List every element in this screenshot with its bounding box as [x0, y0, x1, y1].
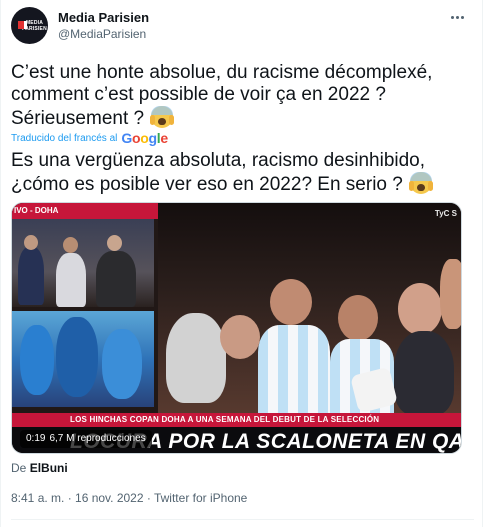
dot — [460, 15, 464, 19]
video-views: 6,7 M reproducciones — [49, 433, 146, 444]
tweet-card: MEDIA PARISIEN Media Parisien @MediaPari… — [0, 0, 483, 527]
video-player[interactable]: IVO - DOHA TyC S LOS HINCHAS COPAN DOHA … — [11, 202, 462, 454]
flag-stripe — [24, 21, 27, 29]
fan-head — [220, 315, 260, 359]
source-account-link[interactable]: ElBuni — [30, 461, 68, 475]
tweet-line-2: comment c’est possible de voir ça en 202… — [11, 84, 386, 105]
translation-line-1: Es una vergüenza absoluta, racismo desin… — [11, 150, 426, 171]
tweet-line-3: Sérieusement ? — [11, 108, 145, 129]
fan-head — [270, 279, 312, 325]
player — [20, 325, 54, 395]
players-image — [12, 311, 154, 407]
player — [56, 317, 98, 397]
person — [56, 253, 86, 307]
divider — [11, 519, 474, 520]
fan-shirt — [258, 325, 330, 415]
screaming-face-emoji-icon — [409, 172, 434, 194]
tweet-line-1: C’est une honte absolue, du racisme déco… — [11, 62, 433, 83]
author-name[interactable]: Media Parisien — [58, 10, 149, 25]
lower-third-text: LOS HINCHAS COPAN DOHA A UNA SEMANA DEL … — [70, 415, 380, 424]
video-info-badge: 0:19 6,7 M reproducciones — [20, 430, 152, 448]
translated-by[interactable]: Traducido del francés al Google — [11, 130, 168, 146]
fans-image: TyC S — [158, 203, 461, 421]
translation-line-2: ¿cómo es posible ver eso en 2022? En ser… — [11, 174, 403, 195]
tweet-timestamp[interactable]: 8:41 a. m. · 16 nov. 2022 · Twitter for … — [11, 491, 247, 505]
person — [18, 247, 44, 305]
translated-by-label: Traducido del francés al — [11, 132, 118, 144]
tweet-text: C’est une honte absolue, du racisme déco… — [11, 62, 476, 130]
fan-head — [440, 259, 461, 329]
google-logo-icon: Google — [121, 130, 168, 146]
dot — [455, 15, 459, 19]
more-dots-icon[interactable] — [447, 8, 467, 26]
avatar[interactable]: MEDIA PARISIEN — [11, 7, 48, 44]
person-head — [24, 235, 38, 250]
fan-head — [338, 295, 378, 341]
person-head — [63, 237, 78, 253]
translation-line-2-wrap: ¿cómo es posible ver eso en 2022? En ser… — [11, 172, 476, 196]
channel-logo: TyC S — [434, 209, 457, 218]
translation-text: Es una vergüenza absoluta, racismo desin… — [11, 150, 476, 196]
fan — [166, 313, 226, 403]
studio-image — [12, 219, 154, 307]
screaming-face-emoji-icon — [150, 106, 175, 128]
player — [102, 329, 142, 399]
live-tag: IVO - DOHA — [12, 203, 158, 219]
person-head — [107, 235, 122, 251]
source-prefix: De — [11, 461, 27, 475]
dot — [450, 15, 454, 19]
fan-head — [398, 283, 442, 335]
author-handle[interactable]: @MediaParisien — [58, 27, 146, 41]
tweet-line-3-wrap: Sérieusement ? — [11, 106, 476, 130]
fan — [394, 331, 454, 415]
video-duration: 0:19 — [26, 433, 46, 444]
person — [96, 251, 136, 307]
source-attribution: De ElBuni — [11, 461, 68, 475]
video-left-panel: IVO - DOHA — [12, 203, 158, 421]
